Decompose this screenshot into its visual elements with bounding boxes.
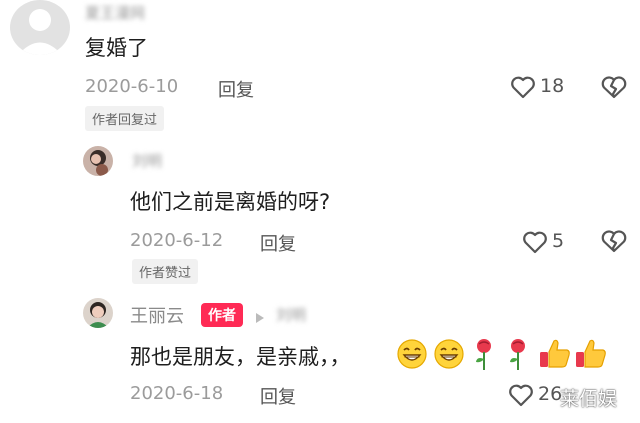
like-count: 5 xyxy=(552,230,565,252)
like-button[interactable]: 18 xyxy=(510,74,570,100)
username[interactable]: 夏王漫网 xyxy=(85,2,145,23)
author-replied-tag: 作者回复过 xyxy=(85,106,165,131)
grin-emoji xyxy=(396,338,428,370)
like-button[interactable]: 26 xyxy=(508,382,568,408)
comment-date: 2020-6-12 xyxy=(130,230,224,251)
rose-emoji xyxy=(471,337,497,371)
heart-icon xyxy=(522,230,548,258)
reply-button[interactable]: 回复 xyxy=(218,76,254,102)
thumbs-up-emoji xyxy=(574,336,608,370)
username[interactable]: 刘明 xyxy=(132,150,162,171)
comment-text: 他们之前是离婚的呀? xyxy=(130,190,331,214)
author-badge: 作者 xyxy=(201,303,243,327)
thumbs-up-emoji xyxy=(538,336,572,370)
play-arrow-icon xyxy=(255,309,265,328)
username[interactable]: 王丽云 xyxy=(130,302,184,328)
grin-emoji xyxy=(433,338,465,370)
comment-date: 2020-6-18 xyxy=(130,383,224,404)
like-count: 26 xyxy=(538,383,563,405)
like-button[interactable]: 5 xyxy=(522,229,572,255)
avatar[interactable] xyxy=(10,0,70,55)
avatar[interactable] xyxy=(83,298,113,328)
reply-to-username[interactable]: 刘明 xyxy=(276,304,306,325)
broken-heart-icon[interactable] xyxy=(600,75,628,103)
comment-text: 复婚了 xyxy=(85,36,148,60)
heart-icon xyxy=(508,383,534,411)
avatar[interactable] xyxy=(83,146,113,176)
reply-button[interactable]: 回复 xyxy=(260,230,296,256)
author-liked-tag: 作者赞过 xyxy=(132,259,199,284)
like-count: 18 xyxy=(540,75,565,97)
broken-heart-icon[interactable] xyxy=(600,229,628,257)
rose-emoji xyxy=(505,337,531,371)
heart-icon xyxy=(510,75,536,103)
comment-text: 那也是朋友，是亲戚，， xyxy=(130,345,351,369)
watermark: 莱佰娱 xyxy=(560,388,618,410)
reply-button[interactable]: 回复 xyxy=(260,383,296,409)
comment-date: 2020-6-10 xyxy=(85,76,179,97)
